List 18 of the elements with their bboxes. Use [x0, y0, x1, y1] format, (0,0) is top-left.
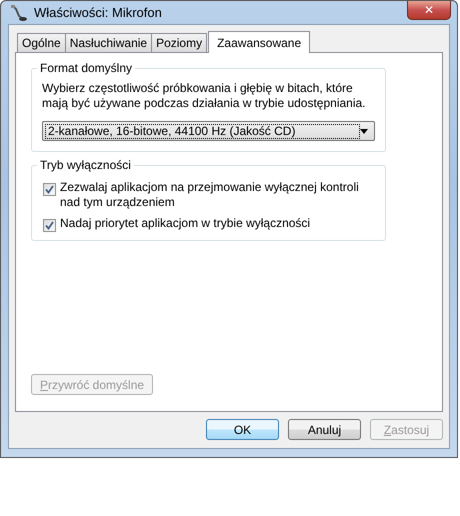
checkbox[interactable]: [43, 219, 56, 232]
caret-icon: [360, 128, 368, 134]
description-text: Wybierz częstotliwość próbkowania i głębię w bitach, które mają być używane podczas działania w trybie udostępniania.: [42, 81, 367, 111]
format-dropdown[interactable]: 2-kanałowe, 16-bitowe, 44100 Hz (Jakość CD): [42, 121, 375, 141]
tab[interactable]: Zaawansowane: [208, 31, 310, 53]
group-title: Format domyślny: [39, 61, 134, 75]
close-button[interactable]: ✕: [407, 1, 451, 20]
checkbox[interactable]: [43, 183, 56, 196]
dialog-button[interactable]: OK: [206, 419, 279, 440]
window-title: Właściwości: Mikrofon: [34, 5, 162, 20]
checkbox-label: Zezwalaj aplikacjom na przejmowanie wyłącznej kontroli nad tym urządzeniem: [60, 180, 360, 210]
microphone-icon: [10, 4, 28, 22]
tab[interactable]: Poziomy: [151, 33, 208, 52]
group-title: Tryb wyłączności: [39, 158, 132, 172]
tab[interactable]: Ogólne: [17, 33, 66, 52]
dialog-button[interactable]: Anuluj: [288, 419, 361, 440]
checkbox-label: Nadaj priorytet aplikacjom w trybie wyłączności: [60, 216, 310, 231]
tab[interactable]: Nasłuchiwanie: [64, 33, 152, 52]
